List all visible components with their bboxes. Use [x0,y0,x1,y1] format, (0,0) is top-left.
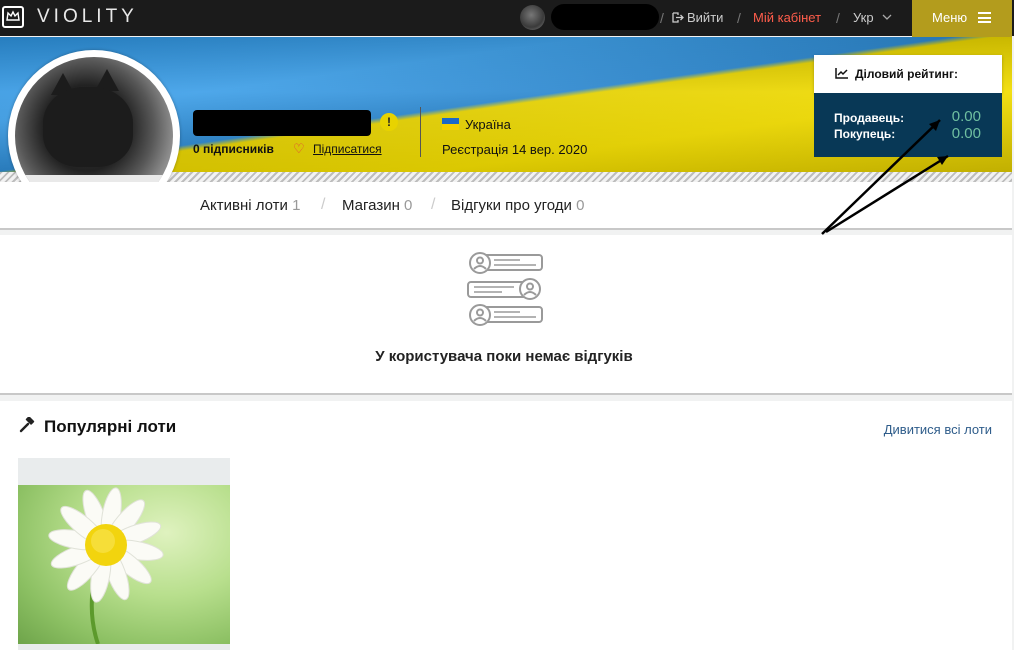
tab-separator: / [431,196,436,213]
lot-image[interactable] [18,485,230,644]
reviews-empty-icon [467,252,543,326]
menu-button[interactable]: Меню [912,0,1012,37]
tab-reviews[interactable]: Відгуки про угоди 0 [451,197,584,214]
logo-text[interactable]: VIOLITY [37,6,138,28]
seller-rating: 0.00 [951,108,981,125]
profile-divider [420,107,421,157]
menu-icon [978,12,991,23]
username-redacted[interactable] [551,4,659,30]
logout-icon [672,12,684,23]
top-nav: VIOLITY / Вийти / Мій кабінет / Укр Меню [0,0,1014,37]
tab-count: 0 [576,197,585,214]
registration-date: Реєстрація 14 вер. 2020 [442,142,588,157]
profile-tabs: Активні лоти 1 / Магазин 0 / Відгуки про… [0,182,1012,230]
tab-label: Магазин [342,197,400,214]
menu-label: Меню [932,10,968,25]
rating-panel: Продавець: 0.00 Покупець: 0.00 [814,93,1002,157]
lot-card[interactable] [18,458,230,650]
tab-shop[interactable]: Магазин 0 [342,197,412,214]
chevron-down-icon [882,14,892,20]
language-selector[interactable]: Укр [853,10,892,25]
flag-ua-icon [442,118,459,130]
rating-header: Діловий рейтинг: [814,55,1002,93]
heart-icon[interactable]: ♡ [293,141,305,157]
tab-count: 0 [404,197,413,214]
warning-icon[interactable]: ! [380,113,398,131]
tab-count: 1 [292,197,301,214]
hammer-icon [19,417,35,433]
popular-lots-section: Популярні лоти Дивитися всі лоти [0,401,1012,650]
tab-label: Активні лоти [200,197,288,214]
country: Україна [465,117,511,132]
buyer-rating: 0.00 [951,125,981,142]
logout-label: Вийти [687,10,724,25]
reviews-empty-message: У користувача поки немає відгуків [375,348,633,365]
subscribe-link[interactable]: Підписатися [313,142,382,156]
my-cabinet-link[interactable]: Мій кабінет [753,10,821,25]
user-avatar[interactable] [520,5,545,30]
profile-name-redacted [193,110,371,136]
tab-separator: / [321,196,326,213]
nav-separator: / [836,10,840,26]
see-all-lots-link[interactable]: Дивитися всі лоти [884,422,992,437]
nav-separator: / [737,10,741,26]
rating-title: Діловий рейтинг: [855,67,959,81]
popular-lots-title: Популярні лоти [44,417,177,436]
nav-separator: / [660,10,664,26]
tab-label: Відгуки про угоди [451,197,572,214]
profile-page: VIOLITY / Вийти / Мій кабінет / Укр Меню… [0,0,1014,650]
language-label: Укр [853,10,874,25]
logo-icon[interactable] [2,6,24,28]
seller-label: Продавець: [834,111,905,125]
buyer-label: Покупець: [834,127,896,141]
logout-link[interactable]: Вийти [672,10,723,25]
tab-active-lots[interactable]: Активні лоти 1 [200,197,300,214]
reviews-panel: У користувача поки немає відгуків [0,235,1012,395]
followers-count[interactable]: 0 підписників [193,142,274,156]
chart-icon [835,68,848,79]
